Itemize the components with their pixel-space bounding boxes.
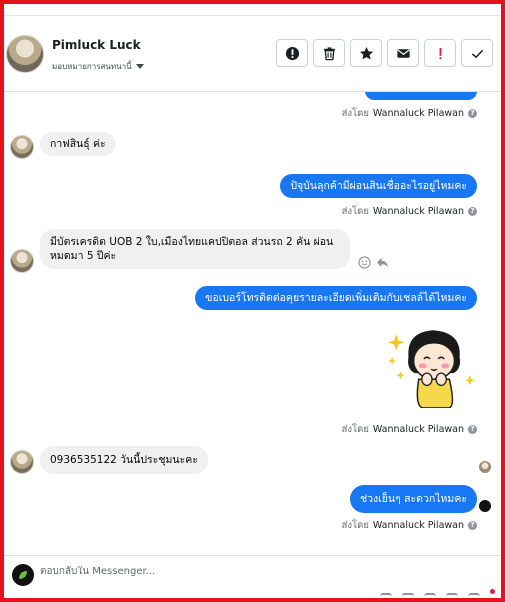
red-exclamation-icon xyxy=(439,47,441,59)
seen-avatar xyxy=(479,461,491,473)
contact-avatar-small xyxy=(10,450,34,474)
spam-button[interactable] xyxy=(424,39,456,67)
incoming-message[interactable]: มีบัตรเครดิต UOB 2 ใบ,เมืองไทยแคปปิตอล ส… xyxy=(40,229,350,269)
emoji-react-icon[interactable] xyxy=(358,256,371,269)
emoji-icon[interactable] xyxy=(446,593,458,598)
attachment-icon[interactable] xyxy=(380,593,392,598)
done-button[interactable] xyxy=(461,39,493,67)
info-icon[interactable]: ? xyxy=(468,425,477,434)
top-strip xyxy=(4,4,501,16)
checkmark-icon xyxy=(471,49,483,58)
sent-by-label: ส่งโดย Wannaluck Pilawan ? xyxy=(342,106,477,121)
info-icon[interactable]: ? xyxy=(468,207,477,216)
info-icon[interactable]: ? xyxy=(468,109,477,118)
header-actions xyxy=(276,39,493,67)
assign-label: มอบหมายการสนทนานี้ xyxy=(52,62,132,71)
caret-down-icon xyxy=(135,64,144,69)
page-seen-icon xyxy=(479,500,491,512)
incoming-message[interactable]: 0936535122 วันนี้ประชุมนะคะ xyxy=(40,446,208,474)
contact-avatar-small xyxy=(10,135,34,159)
image-icon[interactable] xyxy=(402,593,414,598)
sent-by-label: ส่งโดย Wannaluck Pilawan ? xyxy=(342,422,477,437)
outgoing-message[interactable]: ขอเบอร์โทรติดต่อคุยรายละเอียดเพิ่มเติมกั… xyxy=(195,286,477,310)
conversation-header: Pimluck Luck มอบหมายการสนทนานี้ xyxy=(4,17,501,92)
outgoing-message[interactable]: ปัจุบันลุกค้ามีผ่อนสินเชื่ออะไรอยู่ไหมคะ xyxy=(280,174,477,198)
outgoing-message[interactable]: ช่วงเย็นๆ สะดวกไหมคะ xyxy=(350,485,477,513)
message-list[interactable]: ส่งโดย Wannaluck Pilawan ? กาฟสินธุ์ ค่ะ… xyxy=(4,92,501,554)
delete-button[interactable] xyxy=(313,39,345,67)
reply-composer xyxy=(4,555,501,598)
page-logo-icon xyxy=(12,564,34,586)
contact-name[interactable]: Pimluck Luck xyxy=(52,38,141,52)
reply-arrow-icon[interactable] xyxy=(376,256,389,269)
info-button[interactable] xyxy=(276,39,308,67)
star-button[interactable] xyxy=(350,39,382,67)
composer-toolbar xyxy=(380,589,495,598)
assign-conversation-dropdown[interactable]: มอบหมายการสนทนานี้ xyxy=(52,60,144,73)
gif-icon[interactable] xyxy=(424,593,436,598)
contact-avatar[interactable] xyxy=(6,35,44,73)
like-icon[interactable] xyxy=(468,593,480,598)
envelope-icon xyxy=(396,48,410,58)
sent-by-label: ส่งโดย Wannaluck Pilawan ? xyxy=(342,204,477,219)
contact-avatar-small xyxy=(10,249,34,273)
sent-by-label: ส่งโดย Wannaluck Pilawan ? xyxy=(342,518,477,533)
reply-input[interactable] xyxy=(40,566,480,577)
star-icon xyxy=(359,46,373,59)
incoming-message[interactable]: กาฟสินธุ์ ค่ะ xyxy=(40,132,116,156)
exclamation-circle-icon xyxy=(285,46,299,60)
info-icon[interactable]: ? xyxy=(468,521,477,530)
red-dot-icon xyxy=(490,589,495,594)
sticker-girl-cheering-icon[interactable] xyxy=(386,326,478,408)
trash-icon xyxy=(323,46,335,60)
leaf-icon xyxy=(19,571,27,579)
message-bubble-partial xyxy=(365,92,477,100)
mark-unread-button[interactable] xyxy=(387,39,419,67)
